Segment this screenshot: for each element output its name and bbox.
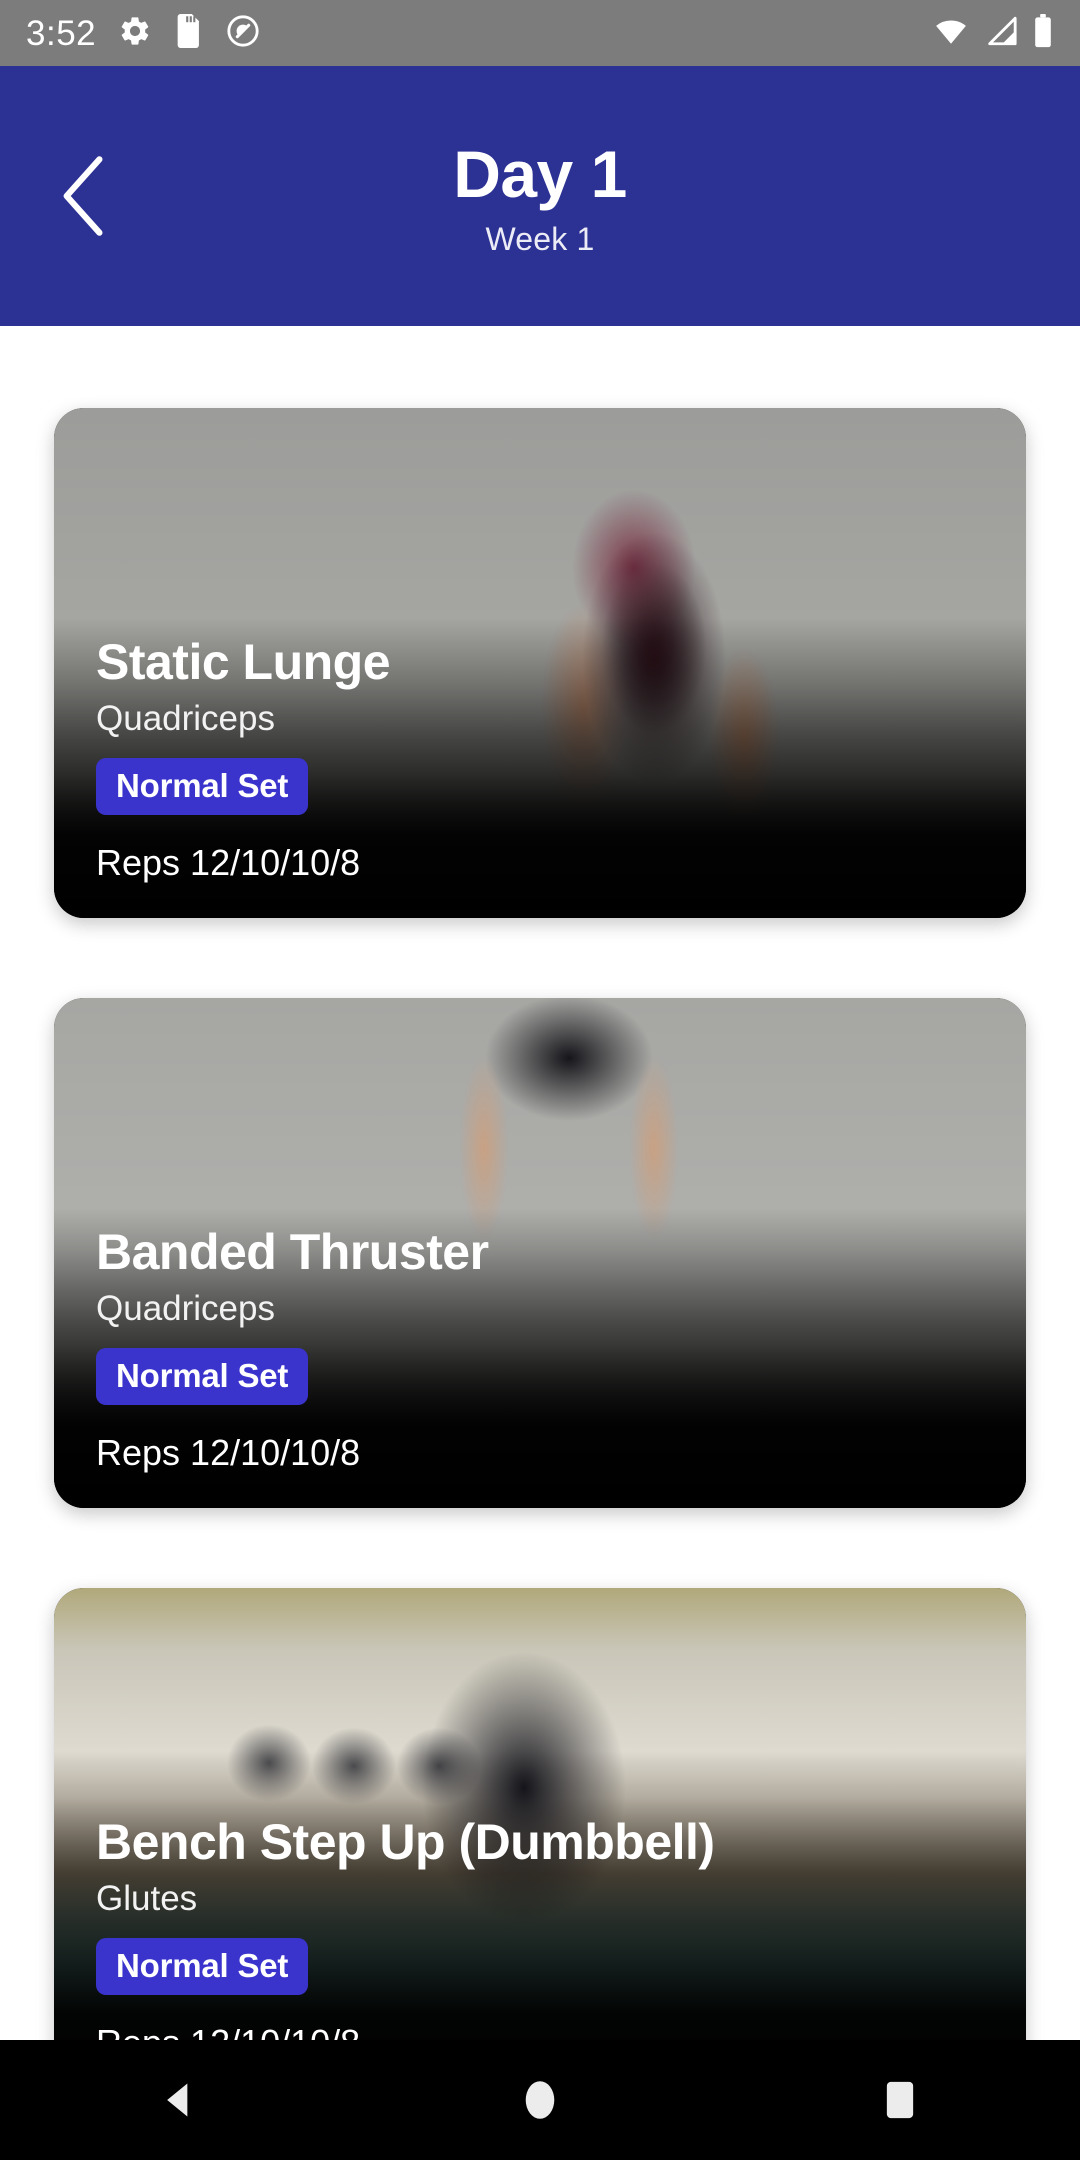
set-type-badge: Normal Set bbox=[96, 1937, 309, 1995]
back-triangle-icon bbox=[167, 2083, 188, 2117]
battery-icon bbox=[1032, 13, 1054, 53]
exercise-muscle-group: Glutes bbox=[96, 1878, 198, 1918]
exercise-reps: Reps 12/10/10/8 bbox=[96, 841, 361, 883]
exercise-muscle-group: Quadriceps bbox=[96, 698, 275, 738]
set-type-badge: Normal Set bbox=[96, 1347, 309, 1405]
page-title: Day 1 bbox=[453, 136, 627, 211]
wifi-icon bbox=[932, 14, 970, 53]
android-nav-bar bbox=[0, 2040, 1080, 2160]
exercise-scroll-area[interactable]: Static Lunge Quadriceps Normal Set Reps … bbox=[0, 326, 1080, 2040]
exercise-list: Static Lunge Quadriceps Normal Set Reps … bbox=[0, 326, 1080, 2040]
exercise-card[interactable]: Banded Thruster Quadriceps Normal Set Re… bbox=[54, 998, 1026, 1508]
chevron-left-icon bbox=[63, 156, 103, 236]
back-button[interactable] bbox=[36, 148, 132, 244]
exercise-card[interactable]: Bench Step Up (Dumbbell) Glutes Normal S… bbox=[54, 1588, 1026, 2040]
exercise-card[interactable]: Static Lunge Quadriceps Normal Set Reps … bbox=[54, 408, 1026, 918]
sd-card-icon bbox=[174, 13, 204, 53]
home-circle-icon bbox=[525, 2081, 555, 2119]
nav-back-button[interactable] bbox=[120, 2040, 240, 2160]
status-bar-clock: 3:52 bbox=[26, 13, 97, 53]
status-bar-left: 3:52 bbox=[26, 13, 260, 53]
cellular-signal-icon bbox=[984, 14, 1018, 53]
exercise-name: Static Lunge bbox=[96, 633, 391, 690]
app-root: 3:52 Day 1 Week 1 Static Lunge Quadricep… bbox=[0, 0, 1080, 2160]
status-bar-right bbox=[932, 13, 1054, 53]
exercise-name: Bench Step Up (Dumbbell) bbox=[96, 1813, 715, 1870]
recents-square-icon bbox=[886, 2081, 914, 2119]
exercise-muscle-group: Quadriceps bbox=[96, 1288, 275, 1328]
exercise-reps: Reps 12/10/10/8 bbox=[96, 2021, 360, 2040]
settings-gear-icon bbox=[118, 14, 152, 53]
location-off-icon bbox=[226, 14, 260, 53]
nav-recents-button[interactable] bbox=[840, 2040, 960, 2160]
set-type-badge: Normal Set bbox=[96, 757, 309, 815]
exercise-name: Banded Thruster bbox=[96, 1223, 489, 1280]
page-subtitle: Week 1 bbox=[485, 221, 595, 258]
exercise-card-body: Banded Thruster Quadriceps Normal Set Re… bbox=[54, 1224, 1026, 1508]
header-titles: Day 1 Week 1 bbox=[453, 136, 627, 258]
status-bar: 3:52 bbox=[0, 0, 1080, 66]
nav-home-button[interactable] bbox=[480, 2040, 600, 2160]
exercise-card-body: Static Lunge Quadriceps Normal Set Reps … bbox=[54, 634, 1026, 918]
exercise-card-body: Bench Step Up (Dumbbell) Glutes Normal S… bbox=[54, 1814, 1026, 2040]
app-header: Day 1 Week 1 bbox=[0, 66, 1080, 326]
exercise-reps: Reps 12/10/10/8 bbox=[96, 1431, 361, 1473]
